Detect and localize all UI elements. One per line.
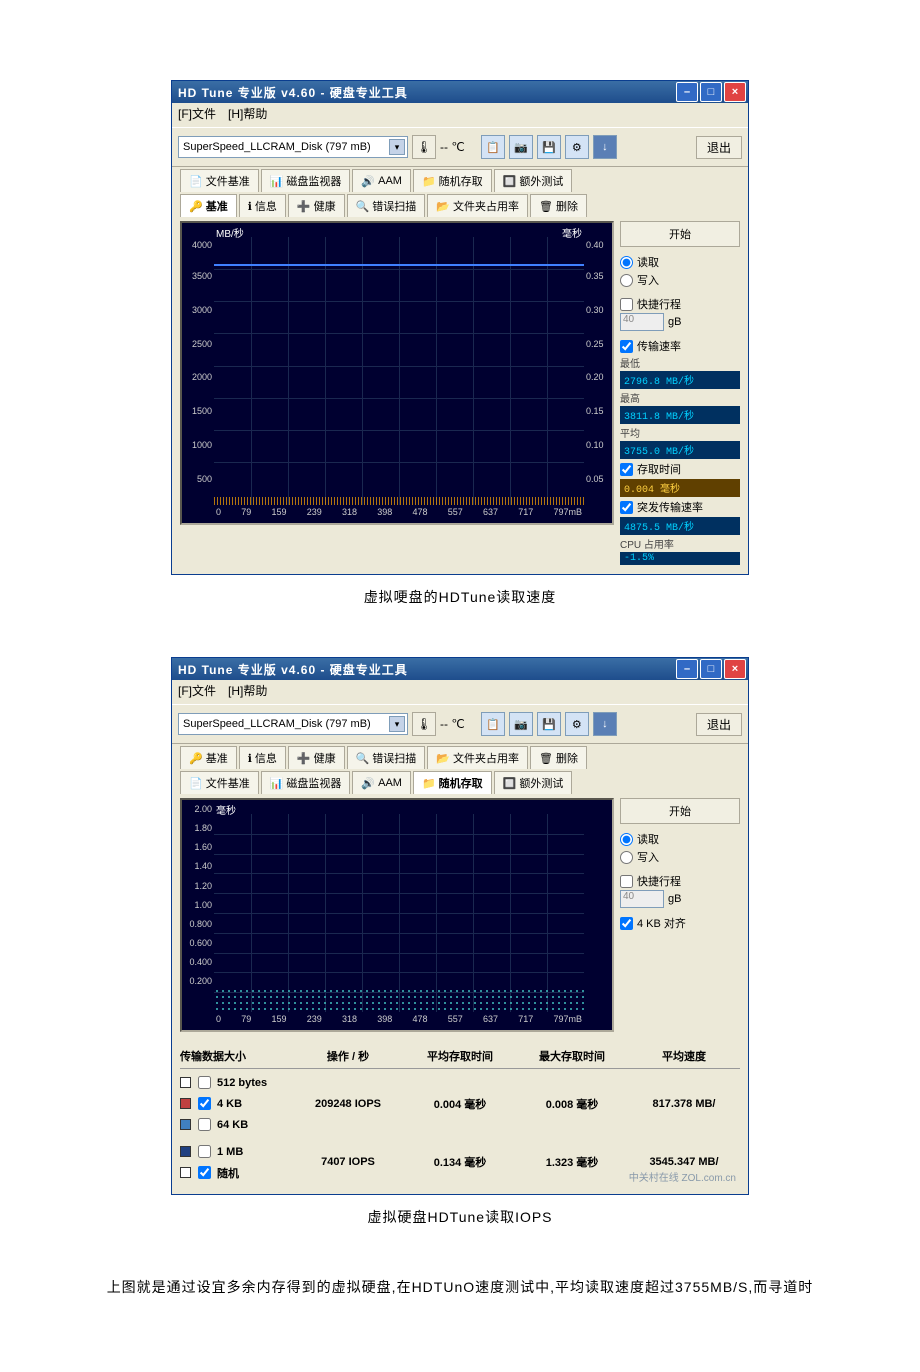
r1-iops: 209248 IOPS	[292, 1098, 404, 1110]
drive-select[interactable]: SuperSpeed_LLCRAM_Disk (797 mB)	[178, 136, 408, 158]
r1-max: 0.008 毫秒	[516, 1096, 628, 1112]
refresh-icon[interactable]: ↓	[593, 135, 617, 159]
exit-button[interactable]: 退出	[696, 136, 742, 159]
side-panel: 开始 读取 写入 快捷行程 40gB 传输速率 最低 2796.8 MB/秒 最…	[620, 221, 740, 566]
tab-diskmonitor[interactable]: 📊磁盘监视器	[261, 771, 351, 794]
hdtune-window-2: HD Tune 专业版 v4.60 - 硬盘专业工具 – □ × [F]文件[H…	[171, 657, 749, 1195]
tab-errorscan[interactable]: 🔍错误扫描	[347, 194, 426, 217]
chk-burst[interactable]: 突发传输速率	[620, 498, 740, 516]
options-icon[interactable]: ⚙	[565, 712, 589, 736]
tab-benchmark[interactable]: 🔑基准	[180, 194, 237, 217]
chk-align[interactable]: 4 KB 对齐	[620, 914, 740, 932]
chk-access[interactable]: 存取时间	[620, 460, 740, 478]
scatter-plot	[214, 988, 584, 1012]
watermark: 中关村在线 ZOL.com.cn	[629, 1169, 736, 1184]
tab-erase[interactable]: 🗑删除	[530, 746, 587, 769]
copy-icon[interactable]: 📋	[481, 135, 505, 159]
tab-aam[interactable]: 🔊AAM	[352, 771, 411, 794]
val-max: 3811.8 MB/秒	[620, 406, 740, 424]
caption-2: 虚拟硬盘HDTune读取IOPS	[0, 1207, 920, 1227]
caption-1: 虚拟哽盘的HDTune读取速度	[0, 587, 920, 607]
benchmark-chart: MB/秒 毫秒 4000350030002500 200015001000500…	[180, 221, 614, 525]
body-text: 上图就是通过设宜多余内存得到的虚拟硬盘,在HDTUnO速度测试中,平均读取速度超…	[0, 1277, 920, 1297]
titlebar[interactable]: HD Tune 专业版 v4.60 - 硬盘专业工具 – □ ×	[172, 81, 748, 103]
tab-health[interactable]: ➕健康	[288, 194, 345, 217]
chk-4k[interactable]: 4 KB	[180, 1094, 292, 1113]
tab-benchmark[interactable]: 🔑基准	[180, 746, 237, 769]
tab-health[interactable]: ➕健康	[288, 746, 345, 769]
r2-iops: 7407 IOPS	[292, 1156, 404, 1168]
chk-1m[interactable]: 1 MB	[180, 1142, 292, 1161]
window-title: HD Tune 专业版 v4.60 - 硬盘专业工具	[174, 84, 676, 101]
tab-aam[interactable]: 🔊AAM	[352, 169, 411, 192]
temp-icon: 🌡	[412, 135, 436, 159]
save-icon[interactable]: 💾	[537, 712, 561, 736]
options-icon[interactable]: ⚙	[565, 135, 589, 159]
temperature: -- ℃	[440, 140, 465, 154]
tab-diskmonitor[interactable]: 📊磁盘监视器	[261, 169, 351, 192]
refresh-icon[interactable]: ↓	[593, 712, 617, 736]
val-avg: 3755.0 MB/秒	[620, 441, 740, 459]
copy-icon[interactable]: 📋	[481, 712, 505, 736]
tab-folder[interactable]: 📂文件夹占用率	[427, 746, 528, 769]
screenshot-icon[interactable]: 📷	[509, 135, 533, 159]
results-table: 传输数据大小操作 / 秒 平均存取时间最大存取时间平均速度 512 bytes …	[172, 1040, 748, 1194]
tab-folder[interactable]: 📂文件夹占用率	[427, 194, 528, 217]
titlebar[interactable]: HD Tune 专业版 v4.60 - 硬盘专业工具 – □ ×	[172, 658, 748, 680]
chk-512[interactable]: 512 bytes	[180, 1073, 292, 1092]
drive-select[interactable]: SuperSpeed_LLCRAM_Disk (797 mB)	[178, 713, 408, 735]
mode-read[interactable]: 读取	[620, 830, 740, 848]
hdtune-window-1: HD Tune 专业版 v4.60 - 硬盘专业工具 – □ × [F]文件 […	[171, 80, 749, 575]
start-button[interactable]: 开始	[620, 221, 740, 247]
tab-random[interactable]: 📁随机存取	[413, 771, 492, 794]
close-button[interactable]: ×	[724, 659, 746, 679]
r1-speed: 817.378 MB/	[628, 1098, 740, 1110]
maximize-button[interactable]: □	[700, 82, 722, 102]
val-cpu: -1.5%	[620, 552, 740, 565]
start-button[interactable]: 开始	[620, 798, 740, 824]
screenshot-icon[interactable]: 📷	[509, 712, 533, 736]
transfer-plot	[214, 264, 584, 266]
short-stroke[interactable]: 快捷行程	[620, 872, 740, 890]
r1-avg: 0.004 毫秒	[404, 1096, 516, 1112]
tab-filebenchmark[interactable]: 📄文件基准	[180, 169, 259, 192]
tab-filebenchmark[interactable]: 📄文件基准	[180, 771, 259, 794]
mode-read[interactable]: 读取	[620, 253, 740, 271]
maximize-button[interactable]: □	[700, 659, 722, 679]
close-button[interactable]: ×	[724, 82, 746, 102]
val-access: 0.004 毫秒	[620, 479, 740, 497]
tab-errorscan[interactable]: 🔍错误扫描	[347, 746, 426, 769]
chk-random[interactable]: 随机	[180, 1163, 292, 1182]
tab-erase[interactable]: 🗑删除	[530, 194, 587, 217]
r2-max: 1.323 毫秒	[516, 1154, 628, 1170]
toolbar: SuperSpeed_LLCRAM_Disk (797 mB) 🌡 -- ℃ 📋…	[172, 127, 748, 167]
menu-help[interactable]: [H]帮助	[228, 105, 267, 125]
tab-row-1: 📄文件基准 📊磁盘监视器 🔊AAM 📁随机存取 🔲额外测试	[172, 167, 748, 192]
short-stroke[interactable]: 快捷行程	[620, 295, 740, 313]
tab-random[interactable]: 📁随机存取	[413, 169, 492, 192]
mode-write[interactable]: 写入	[620, 848, 740, 866]
tab-info[interactable]: ℹ信息	[239, 746, 286, 769]
menu-file[interactable]: [F]文件	[178, 105, 216, 125]
minimize-button[interactable]: –	[676, 659, 698, 679]
chk-64k[interactable]: 64 KB	[180, 1115, 292, 1134]
temp-icon: 🌡	[412, 712, 436, 736]
mode-write[interactable]: 写入	[620, 271, 740, 289]
random-chart: 毫秒 2.001.801.601.40 1.201.000.8000.600 0…	[180, 798, 614, 1032]
minimize-button[interactable]: –	[676, 82, 698, 102]
r2-speed: 3545.347 MB/	[628, 1156, 740, 1168]
menubar: [F]文件 [H]帮助	[172, 103, 748, 127]
short-value[interactable]: 40	[620, 313, 664, 331]
val-min: 2796.8 MB/秒	[620, 371, 740, 389]
val-burst: 4875.5 MB/秒	[620, 517, 740, 535]
tab-row-2: 🔑基准 ℹ信息 ➕健康 🔍错误扫描 📂文件夹占用率 🗑删除	[172, 192, 748, 217]
tab-extra[interactable]: 🔲额外测试	[494, 169, 573, 192]
tab-extra[interactable]: 🔲额外测试	[494, 771, 573, 794]
r2-avg: 0.134 毫秒	[404, 1154, 516, 1170]
exit-button[interactable]: 退出	[696, 713, 742, 736]
access-plot	[214, 497, 584, 505]
tab-info[interactable]: ℹ信息	[239, 194, 286, 217]
chk-transfer[interactable]: 传输速率	[620, 337, 740, 355]
save-icon[interactable]: 💾	[537, 135, 561, 159]
